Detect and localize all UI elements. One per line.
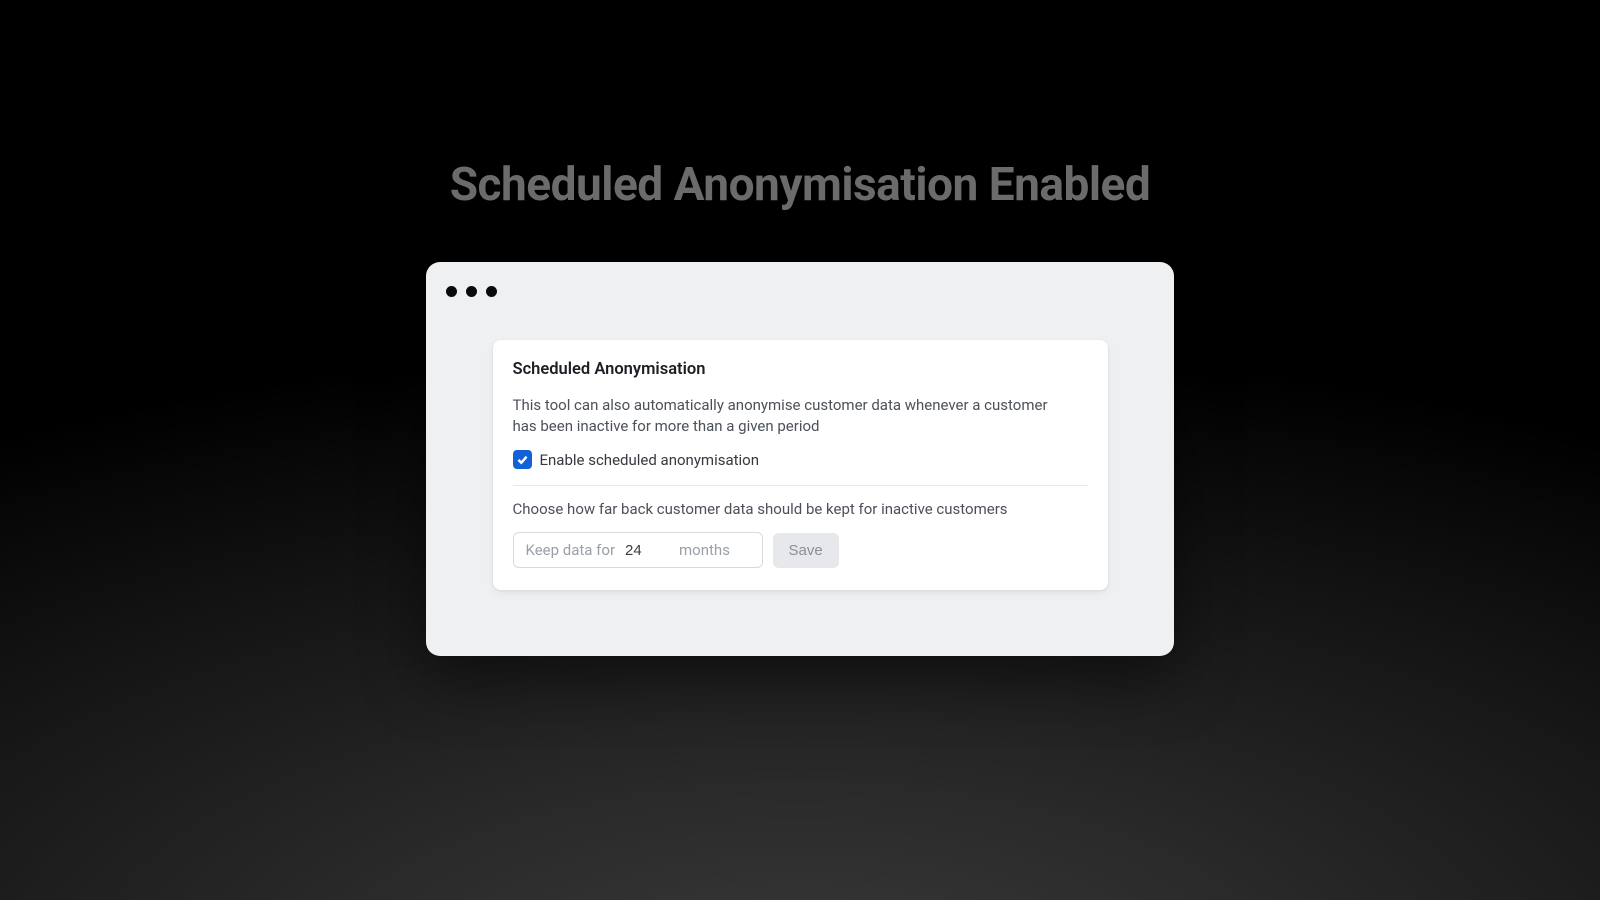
save-button[interactable]: Save (773, 533, 839, 568)
traffic-lights (446, 286, 497, 297)
retention-description: Choose how far back customer data should… (513, 500, 1088, 518)
card-title: Scheduled Anonymisation (513, 360, 1088, 379)
check-icon (516, 453, 529, 466)
retention-duration-field[interactable]: Keep data for months (513, 532, 763, 568)
page-title: Scheduled Anonymisation Enabled (450, 158, 1151, 212)
duration-suffix: months (679, 541, 730, 559)
duration-prefix: Keep data for (526, 541, 616, 559)
enable-anonymisation-label: Enable scheduled anonymisation (540, 451, 760, 469)
enable-checkbox-row: Enable scheduled anonymisation (513, 450, 1088, 486)
retention-input-row: Keep data for months Save (513, 532, 1088, 568)
browser-window: Scheduled Anonymisation This tool can al… (426, 262, 1174, 656)
window-dot-icon (486, 286, 497, 297)
scheduled-anonymisation-card: Scheduled Anonymisation This tool can al… (493, 340, 1108, 590)
card-description: This tool can also automatically anonymi… (513, 395, 1058, 436)
window-dot-icon (446, 286, 457, 297)
window-dot-icon (466, 286, 477, 297)
enable-anonymisation-checkbox[interactable] (513, 450, 532, 469)
retention-months-input[interactable] (625, 542, 669, 559)
